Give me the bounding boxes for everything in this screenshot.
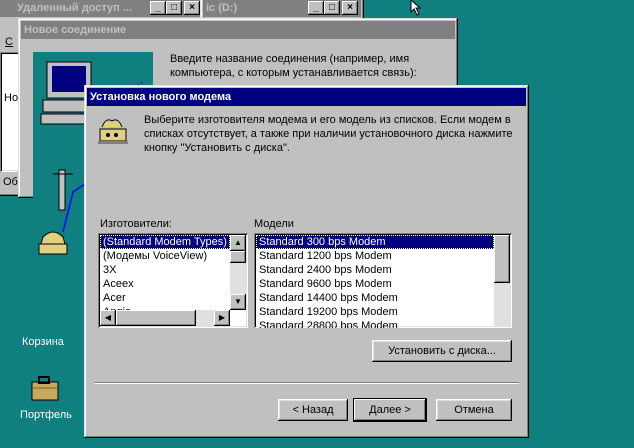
drive-window-title: ic (D:) bbox=[206, 2, 238, 14]
manufacturer-item[interactable]: Aceex bbox=[100, 277, 230, 291]
model-item[interactable]: Standard 2400 bps Modem bbox=[256, 263, 494, 277]
drive-close-button[interactable]: × bbox=[342, 1, 358, 15]
install-modem-dialog: Установка нового модема Выберите изготов… bbox=[84, 85, 529, 438]
scroll-up-arrow-icon[interactable]: ▲ bbox=[230, 235, 246, 251]
scroll-left-arrow-icon[interactable]: ◀ bbox=[100, 310, 116, 326]
dialog-separator bbox=[94, 382, 519, 384]
next-button[interactable]: Далее > bbox=[354, 399, 426, 421]
connection-name-prompt: Введите название соединения (например, и… bbox=[170, 53, 417, 79]
back-button-label: < Назад bbox=[292, 404, 334, 416]
hscroll-thumb[interactable] bbox=[116, 310, 196, 326]
maximize-button[interactable]: □ bbox=[166, 1, 182, 15]
models-listbox[interactable]: Standard 300 bps Modem Standard 1200 bps… bbox=[254, 233, 512, 328]
cancel-button-label: Отмена bbox=[454, 404, 494, 416]
back-button[interactable]: < Назад bbox=[278, 399, 348, 421]
manufacturer-item[interactable]: Acer bbox=[100, 291, 230, 305]
install-modem-titlebar[interactable]: Установка нового модема bbox=[87, 88, 526, 106]
scroll-right-arrow-icon[interactable]: ▶ bbox=[214, 310, 230, 326]
install-modem-description: Выберите изготовителя модема и его модел… bbox=[144, 114, 513, 154]
next-button-label: Далее > bbox=[369, 404, 411, 416]
drive-minimize-button[interactable]: _ bbox=[308, 1, 324, 15]
install-modem-title: Установка нового модема bbox=[90, 91, 232, 103]
briefcase-icon[interactable] bbox=[28, 374, 60, 404]
manufacturer-item[interactable]: 3X bbox=[100, 263, 230, 277]
models-label: Модели bbox=[254, 218, 294, 230]
manufacturer-item[interactable]: (Модемы VoiceView) bbox=[100, 249, 230, 263]
manufacturers-vscrollbar[interactable]: ▲ ▼ bbox=[230, 235, 246, 310]
manufacturers-list: (Standard Modem Types) (Модемы VoiceView… bbox=[100, 235, 230, 319]
briefcase-label[interactable]: Портфель bbox=[20, 409, 72, 421]
mouse-cursor-icon bbox=[410, 0, 422, 16]
new-connection-title: Новое соединение bbox=[24, 24, 127, 36]
manufacturers-listbox[interactable]: (Standard Modem Types) (Модемы VoiceView… bbox=[98, 233, 248, 328]
manufacturers-label: Изготовители: bbox=[100, 218, 172, 230]
model-item[interactable]: Standard 300 bps Modem bbox=[256, 235, 494, 249]
manufacturers-hscrollbar[interactable]: ◀ ▶ bbox=[100, 310, 230, 326]
models-list: Standard 300 bps Modem Standard 1200 bps… bbox=[256, 235, 494, 328]
scroll-down-arrow-icon[interactable]: ▼ bbox=[230, 294, 246, 310]
minimize-button[interactable]: _ bbox=[150, 1, 166, 15]
remote-access-title: Удаленный доступ ... bbox=[17, 2, 133, 14]
status-bar-text: Об bbox=[3, 176, 18, 188]
remote-access-item[interactable]: Но bbox=[4, 92, 18, 104]
install-from-disk-button[interactable]: Установить с диска... bbox=[372, 340, 512, 362]
manufacturer-item[interactable]: (Standard Modem Types) bbox=[100, 235, 230, 249]
models-vscrollbar[interactable] bbox=[494, 235, 510, 326]
modem-phone-icon bbox=[98, 119, 128, 144]
install-from-disk-label: Установить с диска... bbox=[388, 345, 496, 357]
recycle-bin-label[interactable]: Корзина bbox=[22, 336, 64, 348]
drive-maximize-button[interactable]: □ bbox=[324, 1, 340, 15]
model-item[interactable]: Standard 9600 bps Modem bbox=[256, 277, 494, 291]
scroll-thumb[interactable] bbox=[230, 251, 246, 263]
close-button[interactable]: × bbox=[184, 1, 200, 15]
model-item[interactable]: Standard 28800 bps Modem bbox=[256, 319, 494, 328]
model-item[interactable]: Standard 19200 bps Modem bbox=[256, 305, 494, 319]
menu-item-connection[interactable]: С bbox=[5, 36, 13, 48]
model-item[interactable]: Standard 1200 bps Modem bbox=[256, 249, 494, 263]
new-connection-titlebar[interactable]: Новое соединение bbox=[21, 21, 455, 39]
models-scroll-thumb[interactable] bbox=[494, 235, 510, 283]
model-item[interactable]: Standard 14400 bps Modem bbox=[256, 291, 494, 305]
cancel-button[interactable]: Отмена bbox=[436, 399, 512, 421]
